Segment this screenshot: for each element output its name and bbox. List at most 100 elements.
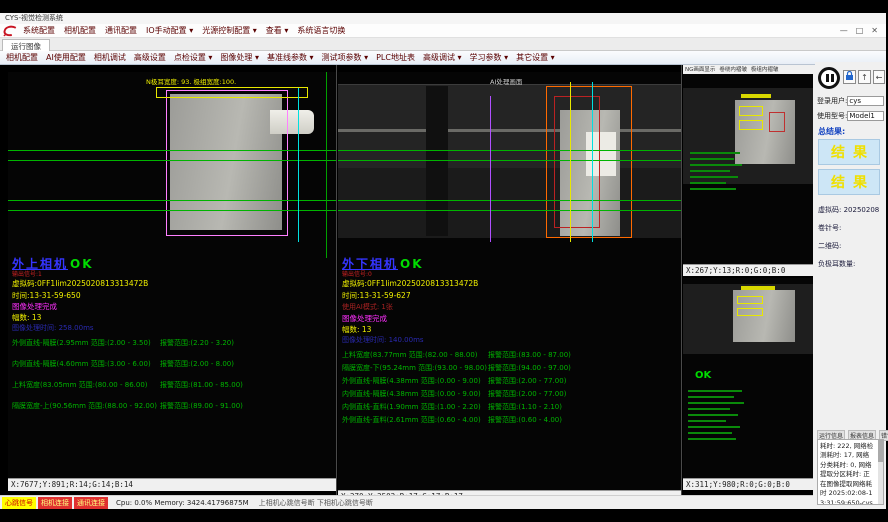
tool-ai-usage-config[interactable]: AI使用配置 (46, 52, 86, 63)
tool-image-processing[interactable]: 图像处理 ▾ (220, 52, 259, 63)
pause-button[interactable] (818, 67, 840, 89)
tool-advanced-settings[interactable]: 高级设置 (134, 52, 166, 63)
alarm-range: 报警范围:(83.00 - 87.00) (488, 350, 571, 360)
minimize-icon[interactable]: — (840, 24, 848, 38)
menu-system-config[interactable]: 系统配置 (23, 25, 55, 36)
mid-barcode: 虚拟码:0FF1Iim2025020813313472B (342, 278, 478, 289)
roi-box-magenta (166, 90, 288, 236)
panel-divider (336, 65, 337, 495)
mid-time: 时间:13-31-59-627 (342, 290, 411, 301)
alarm-range: 报警范围:(89.00 - 91.00) (160, 401, 243, 411)
tab-run-image[interactable]: 运行图像 (2, 39, 50, 51)
left-frame-count: 幅数: 13 (12, 312, 41, 323)
left-camera-ok: OK (70, 257, 94, 271)
overlay-label-highlight (741, 94, 771, 98)
heartbeat-status-badge: 心跳信号 (2, 497, 36, 509)
left-process-time: 图像处理时间: 258.00ms (12, 323, 94, 333)
app-window: CYS-视觉检测系统 系统配置 相机配置 通讯配置 IO手动配置 ▾ 光源控制配… (0, 13, 886, 509)
pause-icon (826, 74, 829, 82)
annotation-text-lines (690, 152, 745, 194)
right-top-camera-view[interactable] (683, 74, 813, 264)
measurement-row: 隔膜宽度-上(90.56mm 范围:(88.00 - 92.00) (12, 401, 157, 411)
baseline-line (338, 210, 681, 211)
annotation-text-lines (688, 390, 748, 444)
left-camera-view[interactable]: N极耳宽度: 93. 极组宽度:100. 外上相机OK 输出信号:1 虚拟码:0… (8, 72, 336, 478)
cpu-memory-readout: Cpu: 0.0% Memory: 3424.41796875M (116, 499, 249, 507)
edge-line-green (326, 72, 327, 258)
camera-connection-badge: 相机连接 (38, 497, 72, 509)
tool-advanced-debug[interactable]: 高级调试 ▾ (423, 52, 462, 63)
left-time: 时间:13-31-59-650 (12, 290, 81, 301)
left-process-done: 图像处理完成 (12, 301, 57, 312)
machine-post (426, 86, 448, 236)
tool-camera-config[interactable]: 相机配置 (6, 52, 38, 63)
roi-box-red (554, 96, 600, 228)
menu-camera-config[interactable]: 相机配置 (64, 25, 96, 36)
heartbeat-detail-text: 上相机心跳信号断 下相机心跳信号断 (259, 498, 373, 508)
measurement-row: 外侧直线-隔膜(4.38mm 范围:(0.00 - 9.00) (342, 376, 481, 386)
baseline-line (338, 150, 681, 151)
right-views-tab-strip: NG画面显示 卷绕内褶皱 极组内褶皱 (683, 65, 813, 74)
model-input[interactable] (847, 111, 884, 121)
needle-number-label: 卷针号: (818, 223, 841, 233)
total-result-label: 总结果: (818, 126, 845, 137)
left-barcode: 虚拟码:0FF1Iim2025020813313472B (12, 278, 148, 289)
anode-tab-count-label: 负极耳数量: (818, 259, 855, 269)
right-bottom-camera-view[interactable]: OK (683, 278, 813, 478)
back-arrow-button[interactable]: ← (873, 70, 885, 84)
tool-learning-params[interactable]: 学习参数 ▾ (470, 52, 509, 63)
up-arrow-button[interactable]: ↑ (858, 70, 871, 84)
menu-light-control-config[interactable]: 光源控制配置 ▾ (202, 25, 257, 36)
virtual-code-value: 20250208 (844, 206, 880, 214)
login-user-input[interactable] (847, 96, 884, 106)
menu-language-switch[interactable]: 系统语言切换 (297, 25, 345, 36)
baseline-line (8, 150, 336, 151)
tool-camera-debug[interactable]: 相机调试 (94, 52, 126, 63)
window-controls: — □ ✕ (840, 24, 886, 38)
maximize-icon[interactable]: □ (856, 24, 864, 38)
alarm-range: 报警范围:(2.00 - 77.00) (488, 389, 566, 399)
baseline-line (8, 160, 336, 161)
lock-button[interactable] (843, 70, 856, 84)
baseline-line (338, 200, 681, 201)
tab-strip: 运行图像 (0, 38, 886, 51)
tool-plc-address-table[interactable]: PLC地址表 (376, 52, 415, 63)
result-box-2: 结果 (818, 169, 880, 195)
info-scrollbar-thumb[interactable] (878, 440, 883, 462)
window-title: CYS-视觉检测系统 (5, 14, 63, 22)
mid-camera-ok: OK (400, 257, 424, 271)
right-bottom-pixel-coord-readout: X:311;Y:980;R:0;G:0;B:0 (683, 478, 813, 490)
mid-camera-view[interactable]: AI处理画面 外下相机OK 输出信号:0 虚拟码:0FF1Iim20250208… (338, 72, 681, 490)
measurement-row: 外侧直线-直料(2.61mm 范围:(0.60 - 4.00) (342, 415, 481, 425)
qr-code-label: 二维码: (818, 241, 841, 251)
menu-io-manual-config[interactable]: IO手动配置 ▾ (146, 25, 193, 36)
roi-box-yellow (156, 87, 308, 98)
roi-box-red (769, 112, 785, 132)
close-icon[interactable]: ✕ (871, 24, 878, 38)
mid-frame-count: 幅数: 13 (342, 324, 371, 335)
mid-process-done: 图像处理完成 (342, 313, 387, 324)
tab-ng-display[interactable]: NG画面显示 (685, 65, 715, 74)
tool-other-settings[interactable]: 其它设置 ▾ (516, 52, 555, 63)
toolbar: 相机配置 AI使用配置 相机调试 高级设置 点检设置 ▾ 图像处理 ▾ 基准线参… (0, 51, 886, 65)
model-label: 使用型号: (817, 111, 847, 121)
tool-test-item-params[interactable]: 测试项参数 ▾ (322, 52, 369, 63)
alarm-range: 报警范围:(1.10 - 2.10) (488, 402, 562, 412)
tool-baseline-params[interactable]: 基准线参数 ▾ (267, 52, 314, 63)
baseline-line (8, 200, 336, 201)
tab-group-wrinkle[interactable]: 极组内褶皱 (751, 65, 779, 74)
tool-spot-check[interactable]: 点检设置 ▾ (174, 52, 213, 63)
back-arrow-icon: ← (876, 73, 883, 82)
alarm-range: 报警范围:(0.60 - 4.00) (488, 415, 562, 425)
result-box-1: 结果 (818, 139, 880, 165)
lock-icon (845, 71, 854, 81)
left-output-signal: 输出信号:1 (12, 269, 42, 278)
control-side-panel: ↑ ← 登录用户: 使用型号: 总结果: 结果 结果 虚拟码: 20250208… (815, 62, 886, 509)
edge-line-cyan (592, 82, 593, 242)
edge-line-purple (490, 96, 491, 242)
baseline-line (8, 210, 336, 211)
tab-winding-wrinkle[interactable]: 卷绕内褶皱 (719, 65, 747, 74)
measurement-row: 外侧直线-隔膜(2.95mm 范围:(2.00 - 3.50) (12, 338, 151, 348)
menu-view[interactable]: 查看 ▾ (266, 25, 289, 36)
menu-comm-config[interactable]: 通讯配置 (105, 25, 137, 36)
